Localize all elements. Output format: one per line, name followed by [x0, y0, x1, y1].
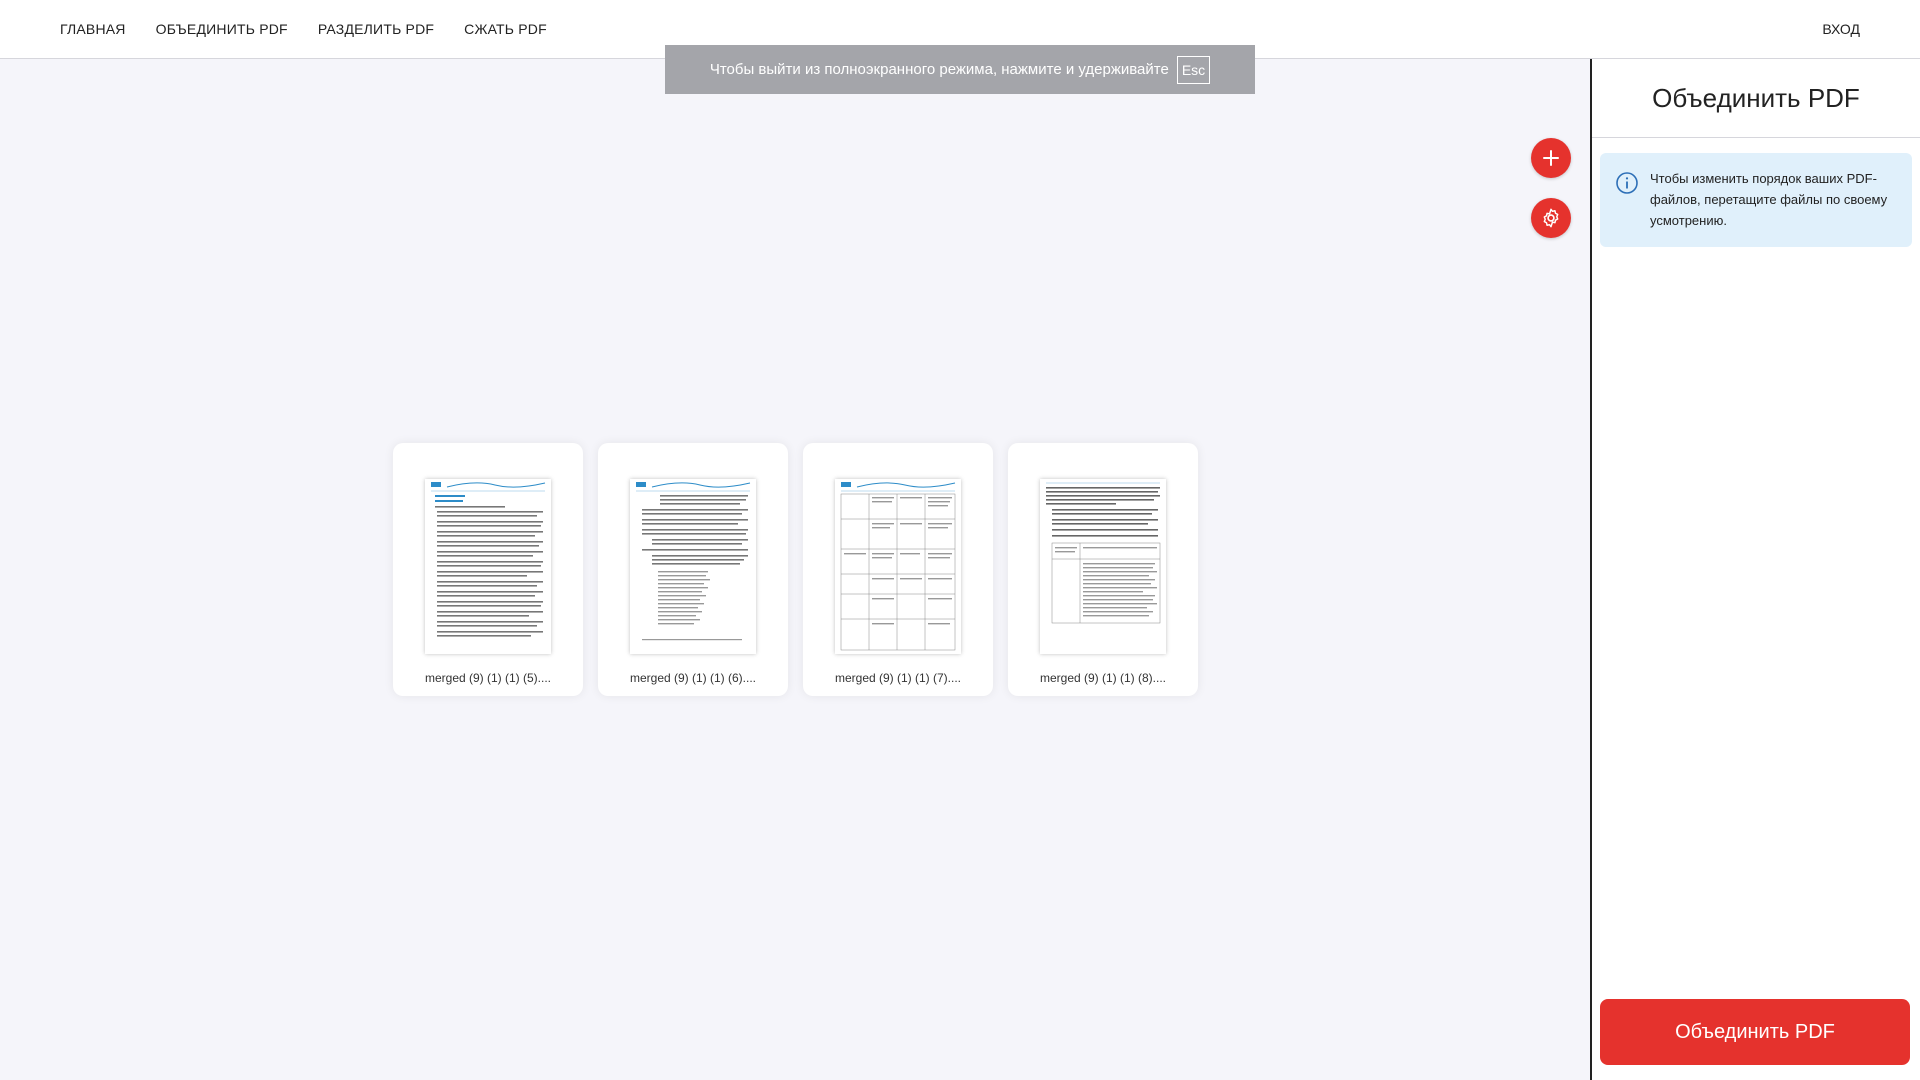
file-card[interactable]: merged (9) (1) (1) (6)....: [598, 443, 788, 696]
pdf-thumbnail: [1040, 479, 1166, 654]
fullscreen-exit-notice: Чтобы выйти из полноэкранного режима, на…: [665, 45, 1255, 94]
login-link[interactable]: ВХОД: [1822, 0, 1860, 58]
pdf-thumbnail: [835, 479, 961, 654]
pdf-thumbnail: [630, 479, 756, 654]
file-name: merged (9) (1) (1) (6)....: [629, 671, 757, 685]
pdf-thumbnail: [425, 479, 551, 654]
add-files-button[interactable]: [1531, 138, 1571, 178]
merge-sidebar: Объединить PDF Чтобы изменить порядок ва…: [1590, 59, 1920, 1080]
file-name: merged (9) (1) (1) (5)....: [424, 671, 552, 685]
gear-icon: [1543, 208, 1559, 228]
file-name: merged (9) (1) (1) (8)....: [1039, 671, 1167, 685]
main-nav: ГЛАВНАЯ ОБЪЕДИНИТЬ PDF РАЗДЕЛИТЬ PDF СЖА…: [60, 0, 547, 58]
reorder-info-text: Чтобы изменить порядок ваших PDF-файлов,…: [1650, 171, 1888, 228]
nav-merge-pdf[interactable]: ОБЪЕДИНИТЬ PDF: [156, 21, 288, 37]
file-list: merged (9) (1) (1) (5).... merged (9) (1…: [393, 443, 1198, 696]
nav-home[interactable]: ГЛАВНАЯ: [60, 21, 126, 37]
nav-split-pdf[interactable]: РАЗДЕЛИТЬ PDF: [318, 21, 434, 37]
plus-icon: [1543, 150, 1559, 166]
nav-compress-pdf[interactable]: СЖАТЬ PDF: [464, 21, 547, 37]
file-card[interactable]: merged (9) (1) (1) (7)....: [803, 443, 993, 696]
file-name: merged (9) (1) (1) (7)....: [834, 671, 962, 685]
file-card[interactable]: merged (9) (1) (1) (5)....: [393, 443, 583, 696]
file-workspace: merged (9) (1) (1) (5).... merged (9) (1…: [0, 59, 1590, 1080]
merge-pdf-button[interactable]: Объединить PDF: [1600, 999, 1910, 1065]
file-card[interactable]: merged (9) (1) (1) (8)....: [1008, 443, 1198, 696]
info-icon: [1616, 172, 1638, 194]
settings-button[interactable]: [1531, 198, 1571, 238]
esc-key-badge: Esc: [1176, 55, 1211, 84]
reorder-info-box: Чтобы изменить порядок ваших PDF-файлов,…: [1600, 153, 1912, 247]
sidebar-title: Объединить PDF: [1592, 59, 1920, 138]
fullscreen-notice-text: Чтобы выйти из полноэкранного режима, на…: [709, 61, 1169, 78]
